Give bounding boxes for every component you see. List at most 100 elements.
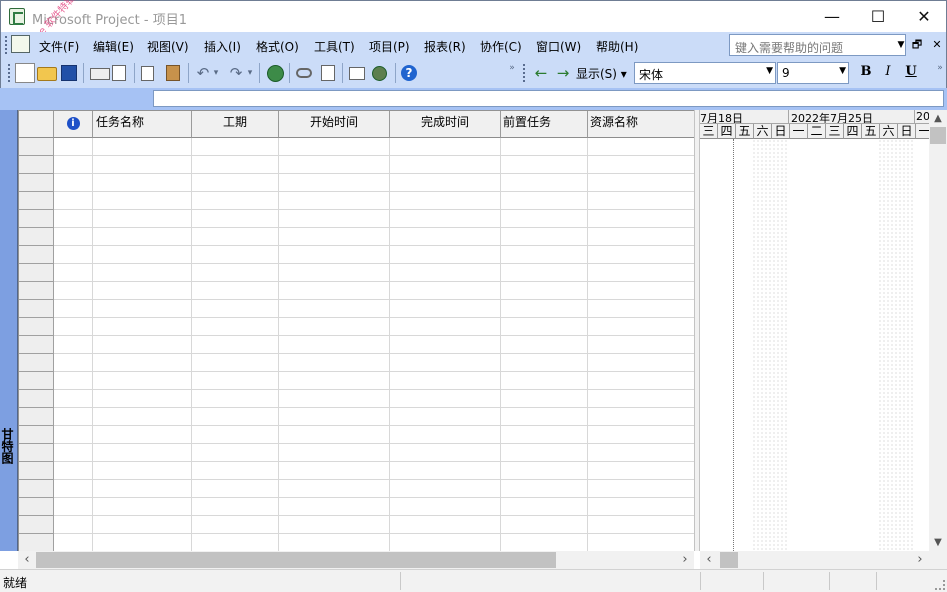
table-cell[interactable] xyxy=(192,336,279,354)
table-cell[interactable] xyxy=(390,336,501,354)
row-header[interactable] xyxy=(19,408,54,426)
format-toolbar-grip[interactable] xyxy=(523,64,526,82)
table-cell[interactable] xyxy=(54,336,93,354)
table-cell[interactable] xyxy=(501,228,588,246)
table-cell[interactable] xyxy=(279,444,390,462)
table-cell[interactable] xyxy=(93,336,192,354)
table-cell[interactable] xyxy=(93,228,192,246)
table-cell[interactable] xyxy=(588,444,694,462)
scroll-up-icon[interactable]: ▲ xyxy=(929,110,947,127)
table-cell[interactable] xyxy=(192,282,279,300)
table-cell[interactable] xyxy=(192,480,279,498)
hyperlink-globe-icon[interactable] xyxy=(267,65,284,82)
menu-grip[interactable] xyxy=(5,36,8,54)
table-cell[interactable] xyxy=(192,408,279,426)
table-cell[interactable] xyxy=(93,354,192,372)
table-cell[interactable] xyxy=(54,138,93,156)
table-cell[interactable] xyxy=(588,426,694,444)
show-button[interactable]: 显示(S) ▾ xyxy=(576,65,627,82)
table-cell[interactable] xyxy=(93,480,192,498)
table-cell[interactable] xyxy=(279,390,390,408)
resize-grip[interactable] xyxy=(935,580,945,590)
table-cell[interactable] xyxy=(93,246,192,264)
gantt-scroll-thumb[interactable] xyxy=(720,552,738,568)
table-cell[interactable] xyxy=(588,174,694,192)
table-cell[interactable] xyxy=(390,300,501,318)
table-cell[interactable] xyxy=(54,210,93,228)
table-cell[interactable] xyxy=(192,444,279,462)
table-cell[interactable] xyxy=(501,138,588,156)
menu-window[interactable]: 窗口(W) xyxy=(536,38,581,55)
start-time-column-header[interactable]: 开始时间 xyxy=(279,111,390,138)
table-cell[interactable] xyxy=(279,246,390,264)
table-cell[interactable] xyxy=(54,444,93,462)
underline-button[interactable]: U xyxy=(902,64,920,82)
table-cell[interactable] xyxy=(390,228,501,246)
table-cell[interactable] xyxy=(279,228,390,246)
table-cell[interactable] xyxy=(192,192,279,210)
table-cell[interactable] xyxy=(390,174,501,192)
table-cell[interactable] xyxy=(192,462,279,480)
row-header[interactable] xyxy=(19,246,54,264)
table-cell[interactable] xyxy=(501,534,588,551)
table-cell[interactable] xyxy=(54,354,93,372)
font-size-select[interactable]: 9 ▼ xyxy=(777,62,849,84)
forward-arrow-icon[interactable]: → xyxy=(553,63,573,83)
copy-icon[interactable] xyxy=(141,66,154,81)
table-cell[interactable] xyxy=(390,246,501,264)
vertical-scroll-thumb[interactable] xyxy=(930,127,946,144)
table-cell[interactable] xyxy=(390,408,501,426)
grid-scroll-right-icon[interactable]: › xyxy=(676,551,694,569)
row-header[interactable] xyxy=(19,444,54,462)
close-button[interactable]: ✕ xyxy=(901,1,947,32)
table-cell[interactable] xyxy=(192,300,279,318)
menu-insert[interactable]: 插入(I) xyxy=(204,38,241,55)
table-cell[interactable] xyxy=(390,192,501,210)
table-cell[interactable] xyxy=(93,300,192,318)
table-cell[interactable] xyxy=(192,534,279,551)
table-cell[interactable] xyxy=(192,426,279,444)
table-cell[interactable] xyxy=(390,156,501,174)
table-cell[interactable] xyxy=(279,516,390,534)
table-cell[interactable] xyxy=(390,264,501,282)
row-header[interactable] xyxy=(19,282,54,300)
table-cell[interactable] xyxy=(501,462,588,480)
table-cell[interactable] xyxy=(54,318,93,336)
open-folder-icon[interactable] xyxy=(37,67,57,81)
menu-help[interactable]: 帮助(H) xyxy=(596,38,638,55)
help-question-input[interactable]: 键入需要帮助的问题 xyxy=(729,34,906,56)
table-cell[interactable] xyxy=(390,444,501,462)
table-cell[interactable] xyxy=(588,372,694,390)
view-bar[interactable]: 甘特图 xyxy=(0,110,18,551)
help-dropdown-icon[interactable]: ▼ xyxy=(896,35,906,55)
table-cell[interactable] xyxy=(390,318,501,336)
redo-dropdown-icon[interactable]: ▾ xyxy=(245,63,255,83)
table-cell[interactable] xyxy=(192,174,279,192)
table-cell[interactable] xyxy=(54,300,93,318)
table-cell[interactable] xyxy=(93,264,192,282)
table-cell[interactable] xyxy=(588,318,694,336)
row-header[interactable] xyxy=(19,372,54,390)
save-icon[interactable] xyxy=(61,65,77,81)
undo-icon[interactable]: ↶ xyxy=(193,63,213,83)
table-cell[interactable] xyxy=(390,426,501,444)
table-cell[interactable] xyxy=(54,264,93,282)
assign-resources-icon[interactable] xyxy=(372,66,387,81)
table-cell[interactable] xyxy=(390,138,501,156)
table-cell[interactable] xyxy=(390,462,501,480)
table-cell[interactable] xyxy=(279,318,390,336)
table-cell[interactable] xyxy=(93,282,192,300)
table-cell[interactable] xyxy=(588,264,694,282)
table-cell[interactable] xyxy=(279,480,390,498)
table-cell[interactable] xyxy=(501,300,588,318)
bold-button[interactable]: B xyxy=(857,64,875,82)
table-cell[interactable] xyxy=(588,192,694,210)
restore-doc-button[interactable]: 🗗 xyxy=(910,38,924,52)
table-cell[interactable] xyxy=(501,282,588,300)
row-header[interactable] xyxy=(19,336,54,354)
print-preview-icon[interactable] xyxy=(112,65,126,81)
toolbar-grip[interactable] xyxy=(8,64,11,82)
table-cell[interactable] xyxy=(588,228,694,246)
table-cell[interactable] xyxy=(501,516,588,534)
entry-input[interactable] xyxy=(153,90,944,107)
